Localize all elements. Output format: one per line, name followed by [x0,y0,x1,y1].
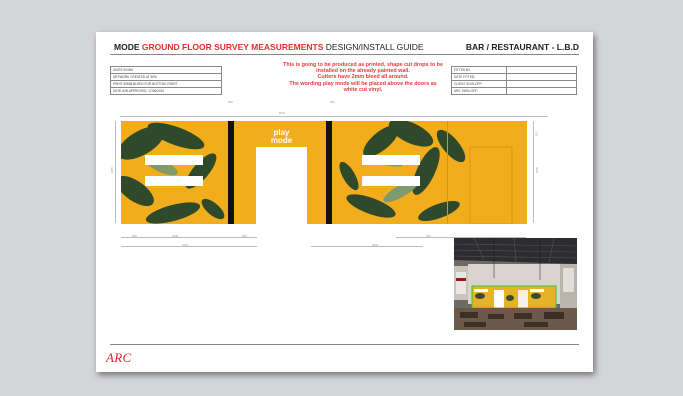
dim-left-height: 2970 [110,166,115,174]
arc-logo: ARC [106,350,131,366]
dim-top-left: 860 [228,100,233,104]
title-brand: MODE [114,42,140,52]
dim-bottom-mid: 3000 [372,243,379,247]
dim-top-total: 8470 [279,111,286,115]
signoff-row: CLIENT SIGN-OFF: [451,80,507,88]
spec-row: DATE A/W APPROVED: 17/06/2022 [110,87,222,95]
dim-right-height-2: 2600 [535,166,540,174]
vinyl-word: mode [270,136,293,145]
dim-line-top [120,116,548,117]
dim-right-height-1: 350 [534,131,539,137]
production-notice: This is going to be produced as printed,… [268,62,458,93]
mural-wall: play mode [121,121,527,224]
dim-line-bottom-mid [311,246,423,247]
dim-line-bottom-1 [121,237,257,238]
signoff-row: ARC SIGN-OFF: [451,87,507,95]
title-highlight: GROUND FLOOR SURVEY MEASUREMENTS [141,42,324,52]
signoff-row: DATE FITTED: [451,73,507,81]
site-photo [454,238,577,330]
dim-bottom-right: 780 [426,234,431,238]
dim-bottom-c: 500 [242,234,247,238]
location-title: BAR / RESTAURANT - L.B.D [465,42,579,52]
foliage-artwork [121,121,513,224]
play-mode-vinyl: play mode [256,129,307,145]
dim-bottom-b: 1000 [172,234,179,238]
dim-line-left [115,121,116,223]
logo-text: ARC [106,350,132,365]
spec-row: ARTWORK CREATED AT 50% [110,73,222,81]
spec-row: PRINT 50MM BLEED FOR BOTTOM, RIGHT [110,80,222,88]
dim-line-bottom-2 [121,246,257,247]
spec-table: UNITS IN MM ARTWORK CREATED AT 50% PRINT… [110,66,222,95]
site-photo-image [454,238,577,330]
notice-line: white cut vinyl. [343,86,383,93]
dim-bottom-a: 550 [132,234,137,238]
footer-divider [110,344,579,345]
spec-row: UNITS IN MM [110,66,222,74]
notice-line: The wording play mode will be placed abo… [289,80,437,87]
signoff-table: FITTED BY: DATE FITTED: CLIENT SIGN-OFF:… [451,66,577,95]
title-suffix: DESIGN/INSTALL GUIDE [325,42,424,52]
signoff-row: FITTED BY: [451,66,507,74]
drawing-sheet: MODE GROUND FLOOR SURVEY MEASUREMENTS DE… [96,32,593,372]
dim-bottom-total-left: 3470 [182,243,189,247]
page-title: MODE GROUND FLOOR SURVEY MEASUREMENTS DE… [114,42,424,52]
dim-top-mid: 860 [330,100,335,104]
header-divider [110,54,579,55]
